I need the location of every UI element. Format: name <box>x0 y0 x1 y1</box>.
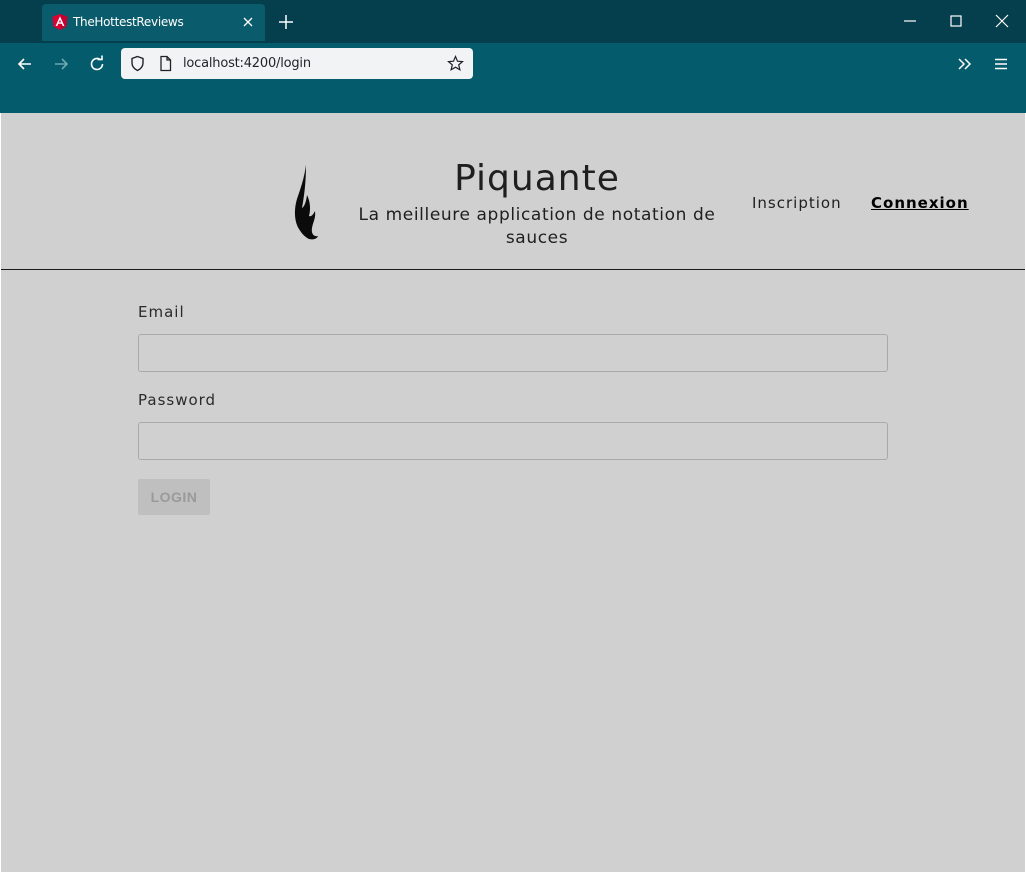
browser-titlebar: TheHottestReviews <box>0 0 1026 43</box>
extensions-overflow-icon[interactable] <box>955 54 975 74</box>
tab-title: TheHottestReviews <box>73 15 184 29</box>
page-icon <box>160 55 172 72</box>
site-tagline: La meilleure application de notation de … <box>358 205 716 248</box>
site-header: Piquante La meilleure application de not… <box>1 113 1025 270</box>
flame-logo-icon <box>294 165 318 240</box>
browser-tab[interactable]: TheHottestReviews <box>42 4 265 41</box>
password-label: Password <box>138 391 217 409</box>
password-input[interactable] <box>138 422 888 460</box>
angular-icon <box>52 14 68 30</box>
back-arrow-icon[interactable] <box>15 54 35 74</box>
menu-icon[interactable] <box>991 54 1011 74</box>
nav-signup-link[interactable]: Inscription <box>752 194 842 212</box>
url-text: localhost:4200/login <box>183 56 311 71</box>
minimize-icon[interactable] <box>901 12 919 30</box>
star-icon[interactable] <box>447 55 464 72</box>
new-tab-icon[interactable] <box>277 13 295 31</box>
page-content: Piquante La meilleure application de not… <box>1 113 1025 872</box>
forward-arrow-icon[interactable] <box>51 54 71 74</box>
browser-navbar: localhost:4200/login <box>0 43 1026 113</box>
site-title: Piquante <box>454 158 620 199</box>
reload-icon[interactable] <box>87 54 107 74</box>
close-window-icon[interactable] <box>993 12 1011 30</box>
url-bar[interactable]: localhost:4200/login <box>121 48 473 79</box>
email-input[interactable] <box>138 334 888 372</box>
nav-login-link[interactable]: Connexion <box>871 194 969 212</box>
login-button[interactable]: LOGIN <box>138 479 210 515</box>
close-tab-icon[interactable] <box>241 15 255 29</box>
shield-icon[interactable] <box>129 55 146 72</box>
maximize-icon[interactable] <box>947 12 965 30</box>
login-form: Email Password LOGIN <box>138 303 888 515</box>
email-label: Email <box>138 303 185 321</box>
